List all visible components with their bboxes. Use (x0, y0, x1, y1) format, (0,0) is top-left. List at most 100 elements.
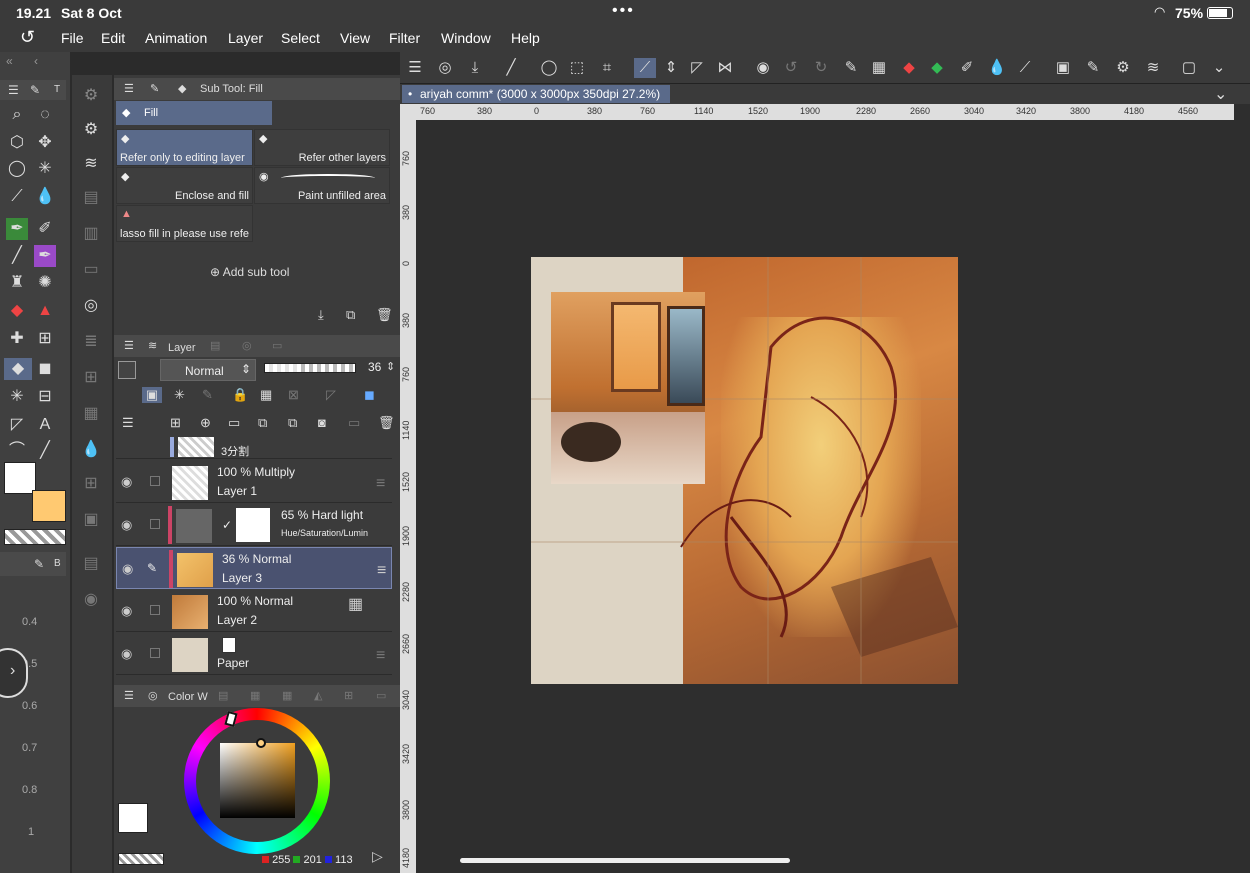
figure-icon[interactable]: ✳ (6, 386, 28, 408)
hamburger-icon[interactable]: ☰ (404, 58, 426, 78)
item-bank-icon[interactable]: ▣ (80, 509, 102, 531)
assistive-touch-button[interactable]: › (0, 648, 28, 698)
draft-icon[interactable]: ✎ (202, 387, 213, 403)
pen-tool-icon[interactable]: ✒ (6, 218, 28, 240)
eye-icon[interactable]: ◉ (121, 646, 132, 662)
shape-eraser-icon[interactable]: ▲ (34, 300, 56, 322)
mask-add-icon[interactable]: ◙ (318, 415, 326, 430)
eyedropper-icon[interactable]: ⟋ (1014, 58, 1036, 78)
eraser-icon[interactable]: ◆ (898, 58, 920, 78)
ruler-icon[interactable]: ◸ (326, 387, 336, 403)
subtool-refer-other[interactable]: ◆ Refer other layers (254, 129, 390, 166)
layer-select-checkbox[interactable] (150, 476, 160, 486)
decoration-icon[interactable]: ✺ (34, 272, 56, 294)
layer-select-checkbox[interactable] (150, 519, 160, 529)
subtool-panel-icon[interactable]: ⚙ (80, 85, 102, 107)
tone-icon[interactable]: ▦ (868, 58, 890, 78)
color-picker-handle[interactable] (256, 738, 266, 748)
transparent-swatch[interactable] (118, 853, 164, 865)
subtool-lasso-fill[interactable]: ▲ lasso fill in please use refe (116, 205, 253, 242)
quick-access-icon[interactable]: ⊞ (80, 367, 102, 389)
layer-tab-icon[interactable]: ▤ (210, 339, 220, 352)
eraser-tool-icon[interactable]: ◆ (6, 300, 28, 322)
flip-horizontal-icon[interactable]: ⋈ (714, 58, 736, 78)
search-layer-icon[interactable]: ▤ (80, 553, 102, 575)
add-icon[interactable]: ✚ (6, 328, 28, 350)
layer-row[interactable]: 3分割 (116, 437, 392, 459)
drag-handle-icon[interactable]: ≡ (376, 647, 385, 665)
color-mix-icon[interactable]: ⊞ (80, 473, 102, 495)
layer-select-checkbox[interactable] (150, 648, 160, 658)
lock-transparent-icon[interactable]: ▦ (260, 387, 272, 403)
delete-layer-icon[interactable]: 🗑 (378, 415, 395, 431)
layer-panel-icon[interactable]: ≋ (80, 153, 102, 175)
subtool-enclose-fill[interactable]: ◆ Enclose and fill (116, 167, 253, 204)
opacity-value[interactable]: 36 (368, 360, 381, 374)
ruler-tool-icon[interactable]: ◸ (6, 414, 28, 436)
save-icon[interactable]: ⤓ (464, 58, 486, 78)
layer-color-icon[interactable]: ◼ (364, 387, 375, 403)
select-ellipse-icon[interactable]: ◌ (34, 104, 56, 126)
menu-animation[interactable]: Animation (145, 30, 207, 46)
layer-row[interactable]: ◉ 100 % Normal Layer 2 ▦ (116, 590, 392, 632)
layer-row[interactable]: ◉ Paper ≡ (116, 633, 392, 675)
canvas-tab[interactable]: • ariyah comm* (3000 x 3000px 350dpi 27.… (402, 85, 670, 103)
brush-icon[interactable]: ╱ (500, 58, 522, 78)
blend-mode-select[interactable]: Normal ⇕ (160, 359, 256, 381)
brush-size-0-4[interactable]: 0.4 (22, 616, 37, 628)
eye-icon[interactable]: ◉ (121, 517, 132, 533)
color-set-icon[interactable]: 💧 (80, 439, 102, 461)
saturation-value-box[interactable] (220, 743, 295, 818)
app-logo-icon[interactable]: ↺ (20, 27, 35, 48)
add-subtool-button[interactable]: ⊕ Add sub tool (210, 265, 289, 279)
crop-icon[interactable]: ⌗ (596, 58, 618, 78)
layer-color-toggle[interactable] (118, 361, 136, 379)
timeline-icon[interactable]: ▦ (80, 403, 102, 425)
fill-icon[interactable]: ◆ (926, 58, 948, 78)
main-color-swatch[interactable] (118, 803, 148, 833)
layer-row[interactable]: ◉ 100 % Multiply Layer 1 ≡ (116, 461, 392, 503)
gradient-icon[interactable]: ◼ (34, 358, 56, 380)
subtool-refer-only-editing[interactable]: ◆ Refer only to editing layer (116, 129, 253, 166)
text-tool-icon[interactable]: A (34, 414, 56, 436)
brush-size-0-6[interactable]: 0.6 (22, 700, 37, 712)
chevron-down-icon[interactable]: ⌄ (1208, 58, 1230, 78)
navigator-panel-icon[interactable]: ▭ (80, 259, 102, 281)
eyedropper-tool-icon[interactable]: ⟋ (6, 186, 28, 208)
brush-size-1[interactable]: 1 (28, 826, 34, 838)
brush-size-0-7[interactable]: 0.7 (22, 742, 37, 754)
color-tab-icon[interactable]: ⊞ (344, 689, 353, 702)
menu-help[interactable]: Help (511, 30, 540, 46)
menu-icon[interactable]: ☰ (8, 83, 19, 97)
transform-icon[interactable]: ⬚ (566, 58, 588, 78)
layers-icon[interactable]: ≋ (1142, 58, 1164, 78)
rotate-right-icon[interactable]: ↻ (810, 58, 832, 78)
ruler-snap-icon[interactable]: ⟋ (634, 58, 656, 78)
tool-property-icon[interactable]: ⚙ (80, 119, 102, 141)
eye-icon[interactable]: ◉ (121, 474, 132, 490)
brush-size-0-8[interactable]: 0.8 (22, 784, 37, 796)
sub-color-swatch[interactable] (32, 490, 66, 522)
download-icon[interactable]: ⤓ (318, 307, 324, 323)
color-tab-icon[interactable]: ▦ (250, 689, 260, 702)
menu-icon[interactable]: ☰ (124, 339, 134, 352)
collapse-icon[interactable]: ‹ (34, 54, 38, 68)
menu-icon[interactable]: ☰ (124, 689, 134, 702)
chevron-down-icon[interactable]: ⌄ (1214, 84, 1227, 104)
gear-brush-icon[interactable]: ⚙ (1112, 58, 1134, 78)
drag-handle-icon[interactable]: ≡ (377, 562, 386, 580)
subtool-paint-unfilled[interactable]: ◉ Paint unfilled area (254, 167, 390, 204)
transparent-color-swatch[interactable] (4, 529, 66, 545)
layer-row-selected[interactable]: ◉ ✎ 36 % Normal Layer 3 ≡ (116, 547, 392, 589)
color-tab-icon[interactable]: ◭ (314, 689, 322, 702)
layer-tab-icon[interactable]: ◎ (242, 339, 252, 352)
layer-list-icon[interactable]: ☰ (122, 415, 134, 431)
pencil-icon[interactable]: ✐ (956, 58, 978, 78)
new-raster-icon[interactable]: ⊞ (170, 415, 181, 431)
pencil-tool-icon[interactable]: ✐ (34, 218, 56, 240)
color-tab-icon[interactable]: ▦ (282, 689, 292, 702)
layer-settings-icon[interactable]: ▣ (1052, 58, 1074, 78)
lasso-tool-icon[interactable]: ◯ (6, 158, 28, 180)
rotate-left-icon[interactable]: ↺ (780, 58, 802, 78)
zoom-icon[interactable]: ⌕ (6, 104, 28, 126)
